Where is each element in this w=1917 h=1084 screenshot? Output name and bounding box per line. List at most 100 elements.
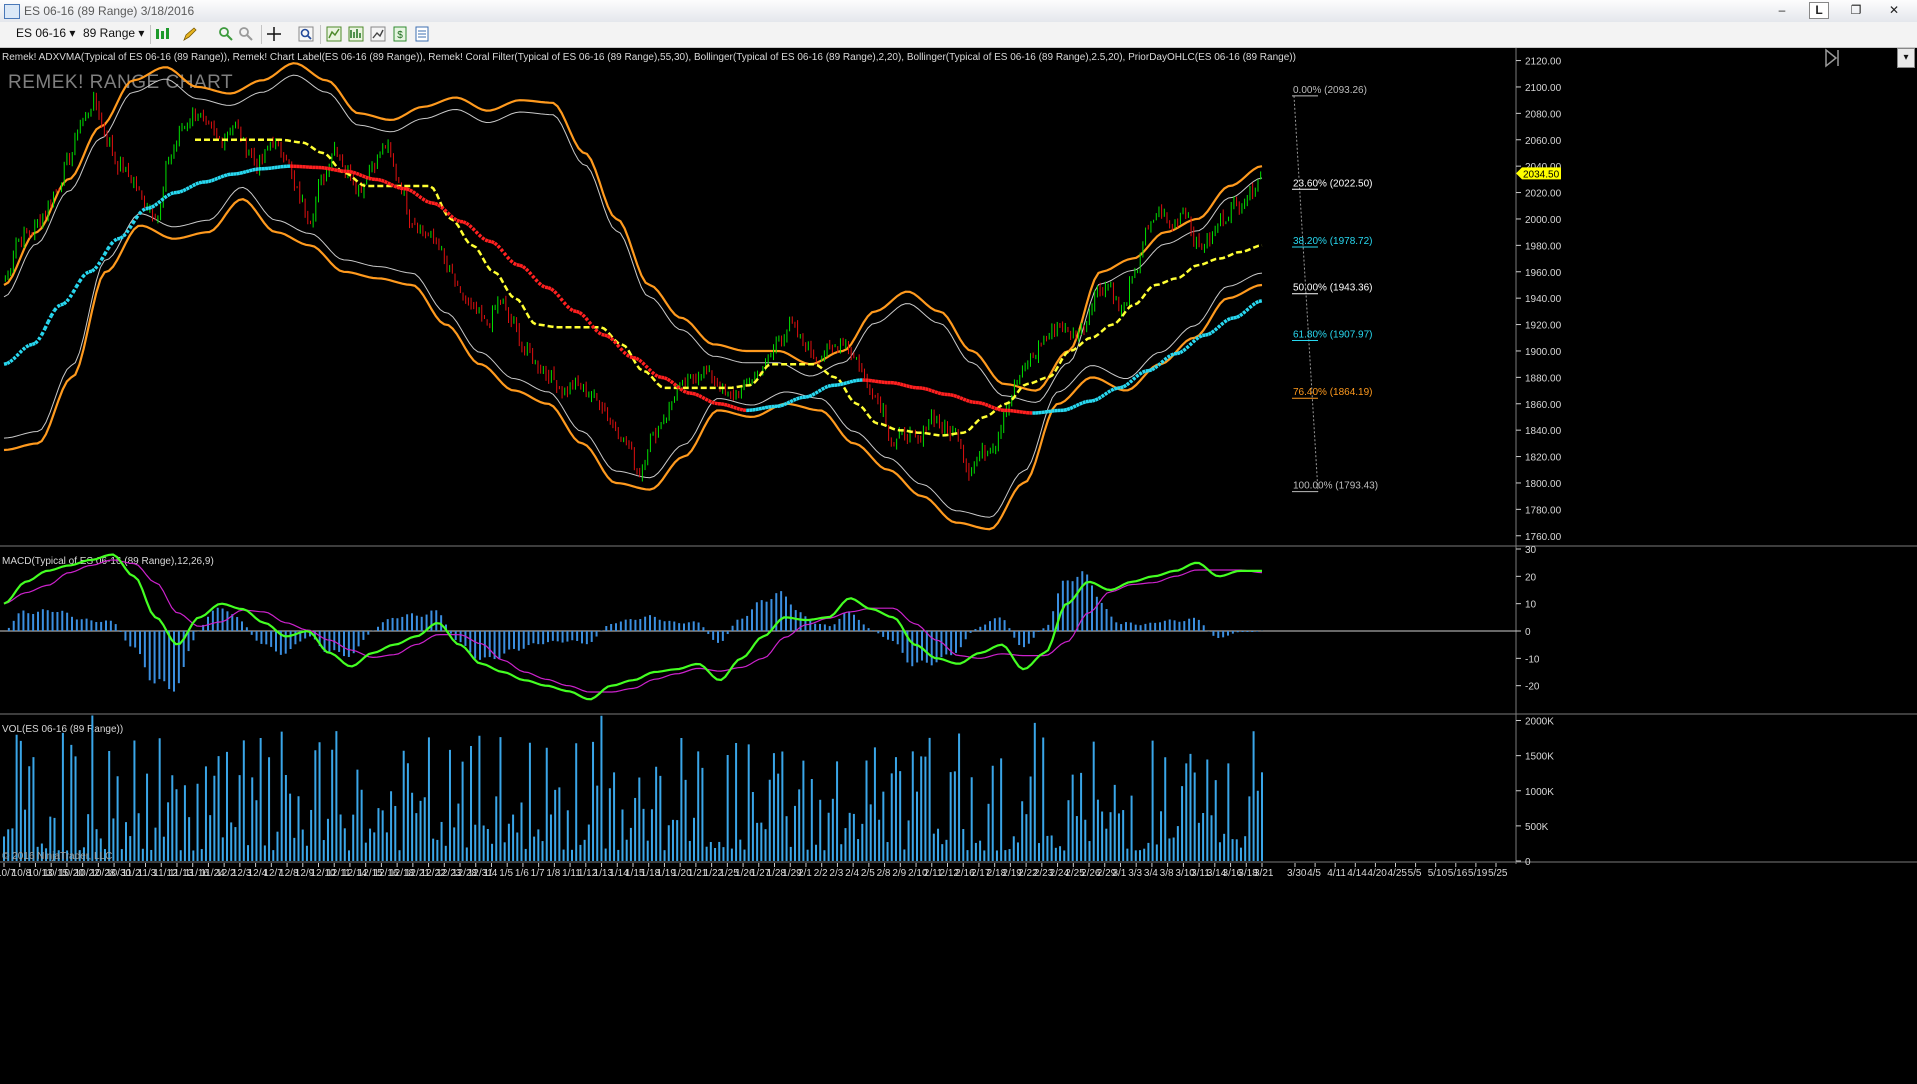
- coral-filter-segment: [1171, 354, 1174, 355]
- coral-filter-segment: [1064, 410, 1067, 411]
- time-tick-label: 3/8: [1160, 868, 1174, 879]
- coral-filter-segment: [1080, 403, 1083, 404]
- coral-filter-segment: [539, 283, 542, 286]
- bar-type-icon[interactable]: [154, 26, 170, 42]
- time-tick-label: 5/19: [1468, 868, 1488, 879]
- coral-filter-segment: [837, 384, 840, 385]
- panel-dropdown-button[interactable]: ▾: [1897, 48, 1915, 68]
- crosshair-icon[interactable]: [266, 26, 282, 42]
- coral-filter-segment: [1256, 301, 1259, 303]
- strategies-icon[interactable]: [370, 26, 386, 42]
- coral-filter-segment: [413, 192, 416, 194]
- coral-filter-segment: [564, 302, 567, 306]
- coral-filter-segment: [388, 183, 391, 185]
- coral-filter-segment: [900, 384, 903, 385]
- coral-filter-segment: [397, 187, 400, 188]
- coral-filter-segment: [778, 406, 781, 407]
- coral-filter-segment: [668, 379, 671, 381]
- coral-filter-segment: [699, 396, 702, 398]
- coral-filter-segment: [422, 199, 425, 201]
- time-tick-label: 3/21: [1254, 868, 1274, 879]
- coral-filter-segment: [620, 348, 623, 351]
- volume-panel: [4, 716, 1262, 861]
- zoom-out-icon[interactable]: [238, 26, 254, 42]
- coral-filter-segment: [520, 265, 523, 266]
- coral-filter-segment: [491, 242, 494, 243]
- coral-filter-segment: [485, 240, 488, 241]
- coral-filter-segment: [111, 241, 114, 245]
- coral-filter-segment: [1190, 342, 1193, 345]
- coral-filter-segment: [1193, 339, 1196, 342]
- coral-filter-segment: [224, 175, 227, 176]
- coral-filter-segment: [536, 279, 539, 282]
- scroll-end-icon[interactable]: [1826, 50, 1838, 66]
- toolbar-divider: [261, 25, 262, 44]
- coral-filter-segment: [922, 388, 925, 389]
- coral-filter-segment: [583, 315, 586, 318]
- coral-filter-segment: [910, 387, 913, 388]
- coral-filter-segment: [26, 345, 29, 347]
- coral-filter-segment: [970, 401, 973, 402]
- copyright-text: © 2016 NinjaTrader, LLC: [2, 851, 112, 862]
- fib-level-label: 100.00% (1793.43): [1293, 481, 1378, 492]
- time-tick-label: 1/8: [546, 868, 560, 879]
- time-tick-label: 2/1: [798, 868, 812, 879]
- coral-filter-segment: [759, 408, 762, 409]
- coral-filter-segment: [64, 301, 67, 304]
- coral-filter-segment: [435, 203, 438, 204]
- chart-area[interactable]: Remek! ADXVMA(Typical of ES 06-16 (89 Ra…: [0, 48, 1917, 1079]
- coral-filter-segment: [10, 359, 13, 362]
- coral-filter-segment: [554, 291, 557, 294]
- time-tick-label: 4/20: [1367, 868, 1387, 879]
- coral-filter-segment: [7, 362, 10, 364]
- coral-filter-segment: [1124, 385, 1127, 387]
- coral-filter-segment: [542, 285, 545, 287]
- indicators-icon[interactable]: [348, 26, 364, 42]
- coral-filter-segment: [142, 209, 145, 211]
- time-tick-label: 2/3: [829, 868, 843, 879]
- coral-filter-segment: [86, 272, 89, 274]
- coral-filter-segment: [1142, 371, 1145, 372]
- coral-filter-segment: [529, 272, 532, 276]
- chart-app-icon: [4, 4, 20, 19]
- link-lock-button[interactable]: L: [1809, 2, 1829, 19]
- bollinger-lower-inner: [4, 187, 1262, 517]
- price-tick-label: 1780.00: [1525, 505, 1562, 516]
- volume-axis: 0500K1000K1500K2000K: [1516, 717, 1554, 868]
- coral-filter-segment: [1076, 404, 1079, 405]
- drawing-pencil-icon[interactable]: [182, 26, 198, 42]
- coral-filter-segment: [929, 390, 932, 391]
- close-button[interactable]: ✕: [1875, 0, 1913, 20]
- coral-filter-segment: [567, 306, 570, 309]
- interval-selector[interactable]: 89 Range ▾: [83, 26, 144, 40]
- price-tick-label: 2020.00: [1525, 189, 1562, 200]
- coral-filter-segment: [1234, 317, 1237, 318]
- window-title: ES 06-16 (89 Range) 3/18/2016: [24, 4, 194, 18]
- dollar-icon[interactable]: $: [392, 26, 408, 42]
- chevron-down-icon: ▾: [1903, 52, 1908, 63]
- coral-filter-segment: [1237, 316, 1240, 318]
- zoom-in-icon[interactable]: [218, 26, 234, 42]
- coral-filter-segment: [463, 222, 466, 223]
- coral-filter-segment: [1108, 390, 1111, 392]
- search-icon[interactable]: [298, 26, 314, 42]
- chart-canvas[interactable]: Remek! ADXVMA(Typical of ES 06-16 (89 Ra…: [0, 48, 1917, 1079]
- chart-properties-icon[interactable]: [326, 26, 342, 42]
- coral-filter-segment: [602, 334, 605, 335]
- instrument-selector[interactable]: ES 06-16 ▾: [16, 26, 75, 40]
- restore-button[interactable]: ❐: [1837, 0, 1875, 20]
- coral-filter-segment: [363, 176, 366, 177]
- chart-watermark: REMEK! RANGE CHART: [8, 72, 233, 93]
- coral-filter-segment: [558, 295, 561, 299]
- scroll-to-end-button[interactable]: [1826, 50, 1838, 66]
- coral-filter-segment: [117, 238, 120, 239]
- coral-filter-segment: [708, 401, 711, 402]
- coral-filter-segment: [1111, 389, 1114, 391]
- minimize-button[interactable]: –: [1763, 0, 1801, 20]
- time-tick-label: 1/5: [499, 868, 513, 879]
- data-box-icon[interactable]: [414, 26, 430, 42]
- coral-filter-segment: [193, 184, 196, 186]
- coral-filter-segment: [784, 403, 787, 404]
- coral-filter-segment: [781, 405, 784, 406]
- interval-label: 89 Range: [83, 26, 135, 40]
